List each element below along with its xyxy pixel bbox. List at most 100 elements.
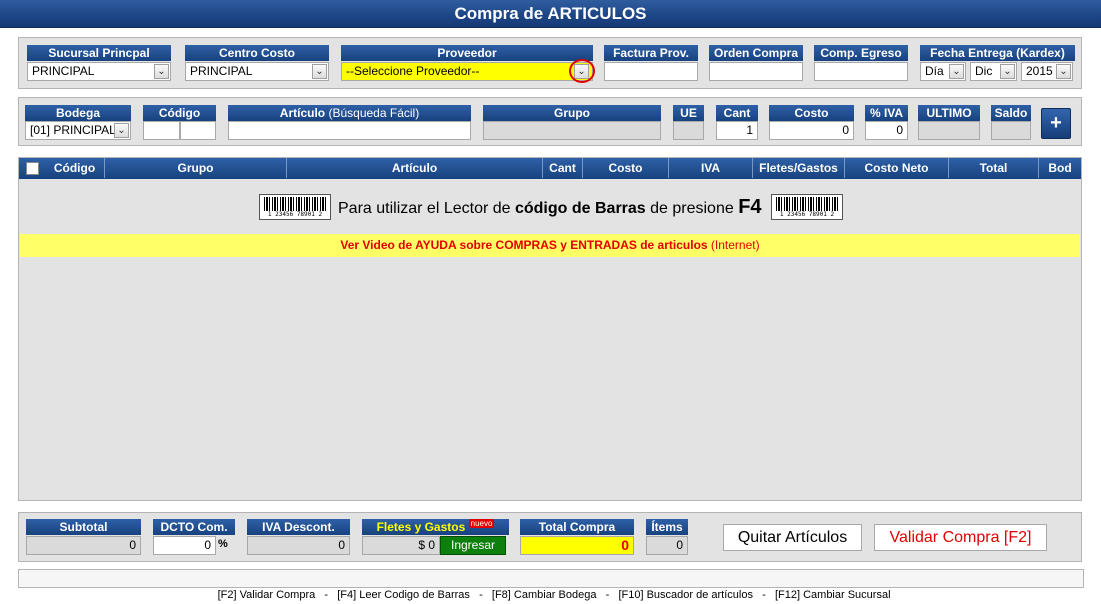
plus-icon: + [1050, 112, 1062, 134]
fecha-month-select[interactable]: Dic ⌄ [970, 62, 1017, 81]
codigo-prefix-input[interactable] [143, 121, 180, 140]
ingresar-button[interactable]: Ingresar [440, 536, 506, 555]
column-header-fletes[interactable]: Fletes/Gastos [753, 158, 845, 178]
nuevo-badge: nuevo [468, 519, 495, 528]
comp-egreso-label: Comp. Egreso [814, 45, 908, 61]
ultimo-label: ULTIMO [918, 105, 980, 121]
sucursal-value: PRINCIPAL [32, 64, 95, 78]
chevron-down-icon[interactable]: ⌄ [154, 64, 169, 79]
dcto-label: DCTO Com. [153, 519, 235, 535]
costo-input[interactable]: 0 [769, 121, 854, 140]
centro-costo-value: PRINCIPAL [190, 64, 253, 78]
items-table: Código Grupo Artículo Cant Costo IVA Fle… [18, 157, 1082, 501]
barcode-msg-pre: Para utilizar el Lector de [338, 200, 515, 217]
table-header: Código Grupo Artículo Cant Costo IVA Fle… [19, 158, 1081, 179]
chevron-down-icon[interactable]: ⌄ [114, 123, 129, 138]
column-header-articulo[interactable]: Artículo [287, 158, 543, 178]
fletes-gastos-label: Fletes y Gastos nuevo [362, 519, 509, 535]
fecha-entrega-label: Fecha Entrega (Kardex) [920, 45, 1075, 61]
orden-compra-label: Orden Compra [709, 45, 803, 61]
items-field: 0 [646, 536, 688, 555]
column-header-grupo[interactable]: Grupo [105, 158, 287, 178]
chevron-down-icon[interactable]: ⌄ [1056, 64, 1071, 79]
factura-input[interactable] [604, 62, 698, 81]
column-header-total[interactable]: Total [949, 158, 1039, 178]
column-header-costo-neto[interactable]: Costo Neto [845, 158, 949, 178]
grupo-field [483, 121, 661, 140]
bodega-select[interactable]: [01] PRINCIPAL ⌄ [25, 121, 131, 140]
iva-label: % IVA [865, 105, 908, 121]
barcode-instructions: Para utilizar el Lector de código de Bar… [338, 195, 762, 219]
factura-label: Factura Prov. [604, 45, 698, 61]
barcode-digits: 1 23456 78901 2 [779, 211, 835, 218]
centro-costo-select[interactable]: PRINCIPAL ⌄ [185, 62, 329, 81]
proveedor-label: Proveedor [341, 45, 593, 61]
articulo-label-text: Artículo [279, 106, 326, 120]
codigo-label: Código [143, 105, 216, 121]
chevron-down-icon[interactable]: ⌄ [1000, 64, 1015, 79]
chevron-down-icon[interactable]: ⌄ [312, 64, 327, 79]
proveedor-select[interactable]: --Seleccione Proveedor-- ⌄ [341, 62, 593, 81]
codigo-input[interactable] [180, 121, 216, 140]
fecha-month-value: Dic [975, 64, 993, 78]
subtotal-label: Subtotal [26, 519, 141, 535]
quitar-articulos-button[interactable]: Quitar Artículos [723, 524, 862, 551]
grupo-label: Grupo [483, 105, 661, 121]
dcto-input[interactable]: 0 [153, 536, 216, 555]
validar-compra-button[interactable]: Validar Compra [F2] [874, 524, 1047, 551]
centro-costo-label: Centro Costo [185, 45, 329, 61]
select-all-checkbox[interactable] [26, 162, 39, 175]
purchase-header-panel: Sucursal Princpal PRINCIPAL ⌄ Centro Cos… [18, 37, 1082, 89]
ue-field [673, 121, 704, 140]
sucursal-label: Sucursal Princpal [27, 45, 171, 61]
saldo-label: Saldo [991, 105, 1031, 121]
help-video-suffix: (Internet) [710, 238, 760, 252]
barcode-icon: 1 23456 78901 2 [771, 194, 843, 220]
orden-compra-input[interactable] [709, 62, 803, 81]
articulo-label: Artículo (Búsqueda Fácil) [228, 105, 471, 121]
iva-descont-field: 0 [247, 536, 350, 555]
article-entry-panel: Bodega [01] PRINCIPAL ⌄ Código Artículo … [18, 97, 1082, 146]
sucursal-select[interactable]: PRINCIPAL ⌄ [27, 62, 171, 81]
barcode-icon: 1 23456 78901 2 [259, 194, 331, 220]
fecha-year-select[interactable]: 2015 ⌄ [1021, 62, 1073, 81]
costo-label: Costo [769, 105, 854, 121]
fletes-gastos-label-text: Fletes y Gastos [376, 520, 466, 534]
ue-label: UE [673, 105, 704, 121]
saldo-field [991, 121, 1031, 140]
fecha-day-select[interactable]: Día ⌄ [920, 62, 966, 81]
help-video-banner[interactable]: Ver Video de AYUDA sobre COMPRAS y ENTRA… [20, 234, 1080, 257]
proveedor-value: --Seleccione Proveedor-- [346, 64, 480, 78]
total-compra-label: Total Compra [520, 519, 634, 535]
articulo-search-input[interactable] [228, 121, 471, 140]
ultimo-field [918, 121, 980, 140]
status-bar: [F2] Validar Compra - [F4] Leer Codigo d… [18, 569, 1084, 601]
bodega-value: [01] PRINCIPAL [30, 123, 116, 137]
help-video-link[interactable]: Ver Video de AYUDA sobre COMPRAS y ENTRA… [340, 238, 707, 252]
total-compra-field: 0 [520, 536, 634, 555]
cant-input[interactable]: 1 [716, 121, 758, 140]
status-bar-text: [F2] Validar Compra - [F4] Leer Codigo d… [217, 589, 891, 601]
barcode-digits: 1 23456 78901 2 [267, 211, 323, 218]
fletes-gastos-field: $ 0 [362, 536, 440, 555]
column-header-bod[interactable]: Bod [1039, 158, 1081, 178]
column-header-costo[interactable]: Costo [583, 158, 669, 178]
items-label: Ítems [646, 519, 688, 535]
column-header-cant[interactable]: Cant [543, 158, 583, 178]
bodega-label: Bodega [25, 105, 131, 121]
totals-panel: Subtotal 0 DCTO Com. 0 % IVA Descont. 0 … [18, 512, 1082, 562]
chevron-down-icon[interactable]: ⌄ [949, 64, 964, 79]
add-article-button[interactable]: + [1041, 108, 1071, 139]
fecha-year-value: 2015 [1026, 64, 1053, 78]
highlight-circle [569, 59, 595, 83]
iva-descont-label: IVA Descont. [247, 519, 350, 535]
barcode-msg-key: F4 [738, 196, 762, 218]
fecha-day-value: Día [925, 64, 944, 78]
dcto-unit: % [218, 538, 228, 550]
column-header-codigo[interactable]: Código [45, 158, 105, 178]
column-header-iva[interactable]: IVA [669, 158, 753, 178]
barcode-msg-post: de presione [645, 200, 739, 217]
comp-egreso-input[interactable] [814, 62, 908, 81]
subtotal-field: 0 [26, 536, 141, 555]
iva-input[interactable]: 0 [865, 121, 908, 140]
